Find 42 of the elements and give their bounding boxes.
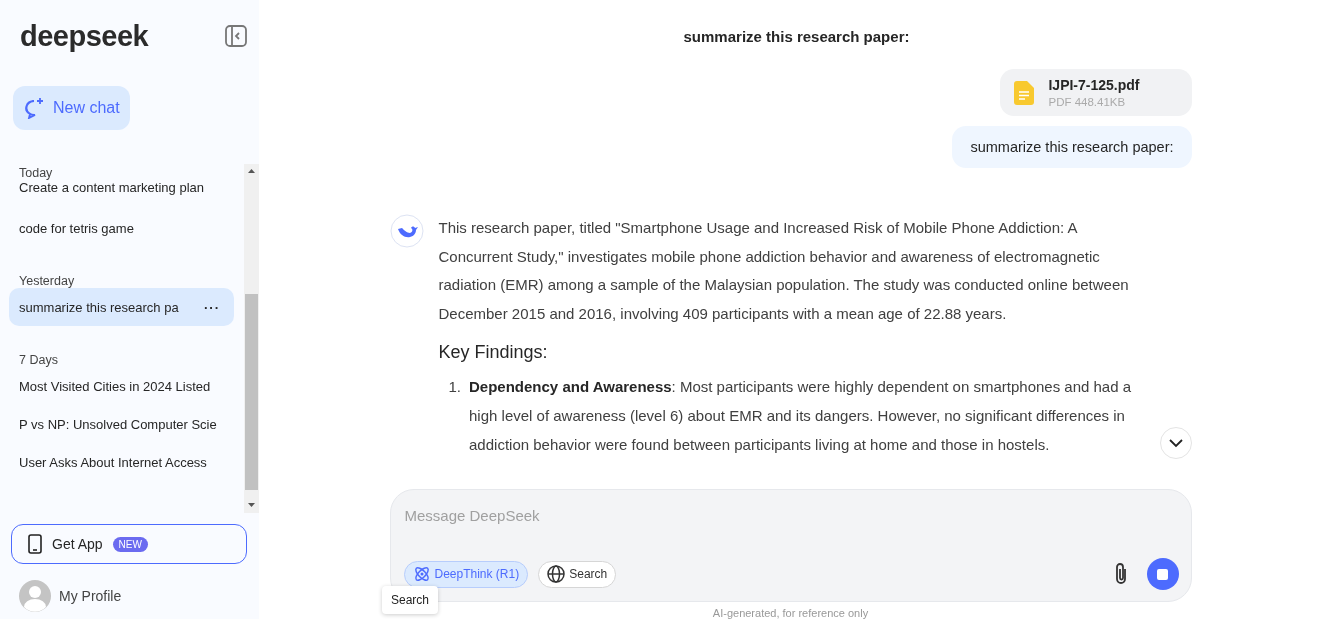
globe-icon (547, 565, 566, 583)
atom-icon (412, 565, 431, 583)
scrollbar[interactable] (244, 164, 259, 513)
toggle-button[interactable]: DeepThink (R1) (403, 560, 529, 588)
answer-paragraph: This research paper, titled "Smartphone Usage and Increased Risk of Mobile Phone Addiction: A Concurrent Study," investigates mobile phone addiction behavior and awareness of electromagnetic radiation (EMR) among a sample of the Malaysian population. The study was conducted online between December 2015 and 2016, involving 409 participants with a mean age of 22.88 years. (438, 218, 1130, 324)
file-name: IJPI-7-125.pdf (1048, 77, 1140, 93)
chat-history-item[interactable]: Create a content marketing plan (9, 180, 234, 200)
tooltip: Search (382, 586, 439, 614)
list-number: 1. (448, 377, 461, 398)
date-group-label: Yesterday (18, 273, 76, 288)
new-badge: NEW (112, 536, 148, 552)
more-options-icon[interactable]: ··· (204, 299, 224, 315)
chevron-down-icon (1168, 438, 1183, 448)
chat-history-item[interactable]: code for tetris game (9, 209, 234, 247)
scroll-down-button[interactable] (1159, 427, 1192, 459)
user-message: summarize this research paper: (952, 126, 1192, 168)
date-group-label: 7 Days (18, 352, 59, 367)
profile-link[interactable]: My Profile (59, 588, 122, 604)
list-item-text: Dependency and Awareness: Most participants were highly dependent on smartphones and had a high level of awareness (level 6) about EMR and its dangers. However, no significant differences in addiction behavior were found between participants living at home and those in hostels. (469, 377, 1133, 455)
whale-logo-icon (389, 214, 424, 248)
scroll-up-arrow-icon[interactable] (248, 169, 255, 173)
get-app-button[interactable]: Get App NEW (11, 524, 247, 564)
new-chat-button[interactable]: New chat (13, 86, 130, 130)
chat-history-item[interactable]: summarize this research pa ··· (9, 288, 234, 326)
toggle-button[interactable]: Search (538, 560, 617, 588)
chat-title: summarize this research paper: (683, 28, 910, 47)
file-attachment-card[interactable]: IJPI-7-125.pdf PDF 448.41KB (1000, 69, 1192, 116)
chat-history-item[interactable]: P vs NP: Unsolved Computer Scie (9, 405, 234, 443)
phone-icon (28, 534, 42, 554)
stop-button[interactable] (1146, 558, 1179, 590)
date-group-label: Today (18, 165, 54, 180)
message-input[interactable]: Message DeepSeek (403, 504, 1179, 526)
file-size: PDF 448.41KB (1048, 96, 1127, 108)
logo[interactable]: deepseek (20, 19, 149, 53)
chat-history-item[interactable]: User Asks About Internet Access (9, 443, 234, 481)
document-icon (1014, 80, 1035, 105)
scroll-down-arrow-icon[interactable] (248, 503, 255, 507)
chat-history-item[interactable]: Most Visited Cities in 2024 Listed (9, 367, 234, 405)
disclaimer-text: AI-generated, for reference only (711, 607, 870, 619)
chat-plus-icon (23, 97, 45, 119)
section-heading: Key Findings: (438, 342, 549, 364)
collapse-sidebar-icon[interactable] (225, 25, 247, 47)
